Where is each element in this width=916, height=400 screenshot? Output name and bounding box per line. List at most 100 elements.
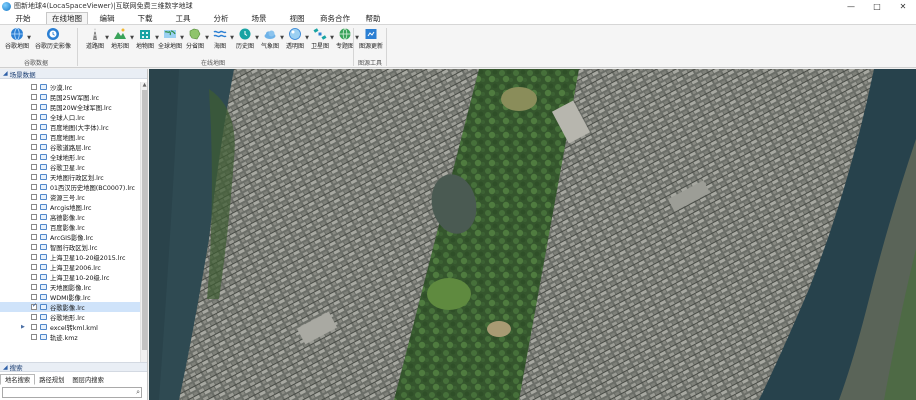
layer-list-item[interactable]: 全球地形.lrc	[0, 152, 140, 162]
layer-list-item[interactable]: 上海卫星10-20级2015.lrc	[0, 252, 140, 262]
layer-checkbox[interactable]	[31, 244, 37, 250]
chevron-down-icon[interactable]: ▼	[27, 35, 31, 41]
layer-checkbox[interactable]	[31, 264, 37, 270]
layer-list-item[interactable]: 谷歌影像.lrc	[0, 302, 140, 312]
layer-list-item[interactable]: ArcGIS影像.lrc	[0, 232, 140, 242]
layer-checkbox[interactable]	[31, 134, 37, 140]
layer-list-item[interactable]: 谷歌道路层.lrc	[0, 142, 140, 152]
layer-checkbox[interactable]	[31, 324, 37, 330]
layer-list-item[interactable]: 智图行政区划.lrc	[0, 242, 140, 252]
layer-list-item[interactable]: 天地图影像.lrc	[0, 282, 140, 292]
layer-checkbox[interactable]	[31, 104, 37, 110]
layer-checkbox[interactable]	[31, 84, 37, 90]
tab-business[interactable]: 商务合作	[316, 12, 354, 24]
layer-list-item[interactable]: 01西汉历史地图(BC0007).lrc	[0, 182, 140, 192]
layer-checkbox[interactable]	[31, 94, 37, 100]
layer-checkbox[interactable]	[31, 254, 37, 260]
layer-list-item[interactable]: 谷歌地形.lrc	[0, 312, 140, 322]
tab-route-planning[interactable]: 路径规划	[35, 374, 68, 385]
layer-checkbox[interactable]	[31, 114, 37, 120]
collapse-icon[interactable]: ◢	[3, 364, 8, 371]
tab-start[interactable]: 开始	[0, 12, 46, 24]
layer-checkbox[interactable]	[31, 204, 37, 210]
layer-file-icon	[40, 274, 47, 280]
layer-list-item[interactable]: 轨迹.kmz	[0, 332, 140, 342]
layer-checkbox[interactable]	[31, 184, 37, 190]
group-separator	[77, 28, 78, 66]
layer-tree-scrollbar[interactable]: ▲ ▼	[140, 82, 147, 370]
thematic-map-icon	[338, 27, 352, 41]
tab-place-search[interactable]: 地名搜索	[0, 374, 36, 385]
search-input[interactable]: ⌕	[2, 387, 142, 398]
layer-list-item[interactable]: 百度影像.lrc	[0, 222, 140, 232]
tab-view[interactable]: 视图	[278, 12, 316, 24]
history-map-icon	[238, 27, 252, 41]
layer-checkbox[interactable]	[31, 164, 37, 170]
layer-list-item[interactable]: 上海卫星2006.lrc	[0, 262, 140, 272]
layer-list-item[interactable]: 谷歌卫星.lrc	[0, 162, 140, 172]
search-header[interactable]: ◢ 搜索	[0, 362, 147, 372]
layer-file-icon	[40, 124, 47, 130]
scroll-up-icon[interactable]: ▲	[141, 82, 147, 88]
layer-checkbox[interactable]	[31, 294, 37, 300]
tab-analysis[interactable]: 分析	[202, 12, 240, 24]
source-update-button[interactable]: 图源更新	[356, 27, 386, 57]
layer-file-icon	[40, 154, 47, 160]
collapse-icon[interactable]: ◢	[3, 70, 8, 77]
maximize-button[interactable]: □	[864, 0, 890, 12]
scene-data-header[interactable]: ◢ 场景数据	[0, 69, 147, 79]
tab-scene[interactable]: 场景	[240, 12, 278, 24]
layer-list-item[interactable]: 民国25W军图.lrc	[0, 92, 140, 102]
layer-checkbox[interactable]	[31, 124, 37, 130]
layer-checkbox[interactable]	[31, 284, 37, 290]
layer-list-item[interactable]: 百度地图(大字体).lrc	[0, 122, 140, 132]
tab-download[interactable]: 下载	[126, 12, 164, 24]
tab-layer-search[interactable]: 图层内搜索	[68, 374, 107, 385]
layer-list-item[interactable]: 全球人口.lrc	[0, 112, 140, 122]
layer-label: 百度影像.lrc	[50, 224, 85, 232]
layer-checkbox[interactable]	[31, 274, 37, 280]
layer-checkbox[interactable]	[31, 154, 37, 160]
layer-checkbox[interactable]	[31, 234, 37, 240]
layer-label: 高德影像.lrc	[50, 214, 85, 222]
layer-file-icon	[40, 334, 47, 340]
google-map-button[interactable]: 谷歌地图 ▼	[2, 27, 32, 57]
layer-list-item[interactable]: 资源三号.lrc	[0, 192, 140, 202]
layer-list-item[interactable]: 高德影像.lrc	[0, 212, 140, 222]
layer-list-item[interactable]: 沙漠.lrc	[0, 82, 140, 92]
layer-checkbox[interactable]	[31, 194, 37, 200]
layer-checkbox[interactable]	[31, 144, 37, 150]
layer-file-icon	[40, 164, 47, 170]
tab-help[interactable]: 帮助	[354, 12, 392, 24]
expand-icon[interactable]: ▶	[21, 324, 25, 330]
layer-file-icon	[40, 214, 47, 220]
layer-checkbox[interactable]	[31, 174, 37, 180]
layer-list-item[interactable]: WDMI影像.lrc	[0, 292, 140, 302]
layer-label: 天地图行政区划.lrc	[50, 174, 104, 182]
layer-list-item[interactable]: ▶ excel转kml.kml	[0, 322, 140, 332]
google-history-imagery-button[interactable]: 谷歌历史影像	[34, 27, 72, 57]
layer-checkbox[interactable]	[31, 214, 37, 220]
layer-checkbox[interactable]	[31, 302, 37, 310]
map-view[interactable]	[149, 69, 916, 400]
google-map-label: 谷歌地图	[4, 43, 29, 50]
layer-file-icon	[40, 134, 47, 140]
tab-online-map[interactable]: 在线地图	[46, 12, 88, 24]
tab-edit[interactable]: 编辑	[88, 12, 126, 24]
satellite-imagery	[149, 69, 916, 400]
layer-list-item[interactable]: 天地图行政区划.lrc	[0, 172, 140, 182]
tab-tools[interactable]: 工具	[164, 12, 202, 24]
layer-list-item[interactable]: Arcgis地图.lrc	[0, 202, 140, 212]
layer-list-item[interactable]: 上海卫星10-20级.lrc	[0, 272, 140, 282]
scrollbar-thumb[interactable]	[142, 90, 147, 350]
layer-checkbox[interactable]	[31, 314, 37, 320]
close-button[interactable]: ✕	[890, 0, 916, 12]
layer-list-item[interactable]: 民国20W全球军图.lrc	[0, 102, 140, 112]
layer-checkbox[interactable]	[31, 334, 37, 340]
layer-label: 01西汉历史地图(BC0007).lrc	[50, 184, 136, 192]
group-label-google-data: 谷歌数据	[24, 60, 49, 67]
layer-checkbox[interactable]	[31, 224, 37, 230]
minimize-button[interactable]: —	[838, 0, 864, 12]
search-icon[interactable]: ⌕	[136, 388, 140, 397]
layer-list-item[interactable]: 百度地图.lrc	[0, 132, 140, 142]
